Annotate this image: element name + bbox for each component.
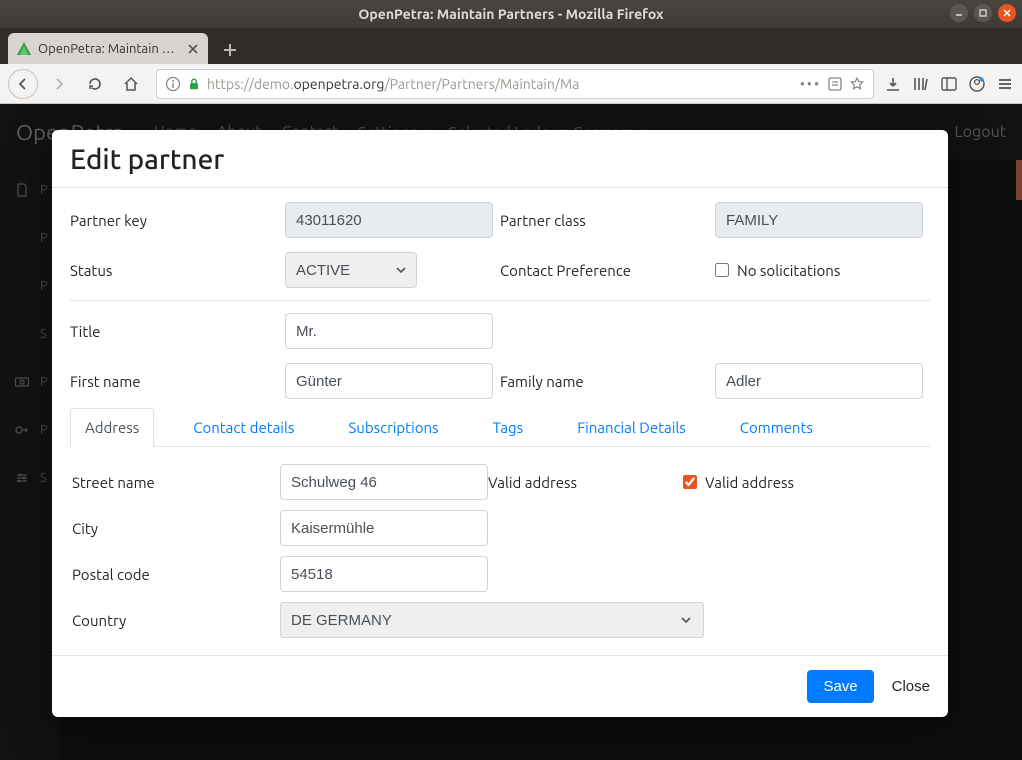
- page-actions-icon[interactable]: •••: [800, 76, 821, 92]
- label-street: Street name: [72, 474, 280, 491]
- url-text: https://demo.openpetra.org/Partner/Partn…: [207, 76, 794, 92]
- label-partner-class: Partner class: [500, 212, 715, 229]
- nav-reload-button[interactable]: [80, 69, 110, 99]
- new-tab-button[interactable]: [216, 36, 244, 64]
- minimize-icon: [954, 8, 964, 18]
- maximize-icon: [978, 8, 988, 18]
- browser-tab-label: OpenPetra: Maintain Par: [38, 42, 180, 56]
- valid-address-text: Valid address: [705, 474, 794, 491]
- valid-address-checkbox[interactable]: [683, 475, 697, 489]
- save-button[interactable]: Save: [807, 670, 873, 703]
- close-button[interactable]: Close: [892, 678, 930, 695]
- window-close-button[interactable]: [998, 4, 1016, 22]
- label-family-name: Family name: [500, 373, 715, 390]
- browser-tab-strip: OpenPetra: Maintain Par: [0, 28, 1022, 64]
- tab-address[interactable]: Address: [70, 408, 154, 447]
- family-name-field[interactable]: [715, 363, 923, 399]
- downloads-icon[interactable]: [884, 75, 902, 93]
- reader-mode-icon[interactable]: [827, 76, 843, 92]
- label-country: Country: [72, 612, 280, 629]
- modal-tabs: Address Contact details Subscriptions Ta…: [70, 407, 930, 447]
- modal-header: Edit partner: [52, 130, 948, 188]
- menu-icon[interactable]: [996, 75, 1014, 93]
- bookmark-star-icon[interactable]: [849, 76, 865, 92]
- nav-forward-button[interactable]: [44, 69, 74, 99]
- close-icon: [1002, 8, 1012, 18]
- status-select[interactable]: ACTIVE: [285, 252, 417, 288]
- tab-close-icon[interactable]: [186, 42, 200, 56]
- tab-financial-details[interactable]: Financial Details: [562, 408, 701, 447]
- nav-back-button[interactable]: [8, 69, 38, 99]
- tab-pane-address: Street name Valid address Valid address …: [70, 447, 930, 649]
- sidebar-icon[interactable]: [940, 75, 958, 93]
- partner-class-field[interactable]: [715, 202, 923, 238]
- label-title: Title: [70, 323, 285, 340]
- postal-field[interactable]: [280, 556, 488, 592]
- label-status: Status: [70, 262, 285, 279]
- label-valid-address: Valid address: [488, 474, 683, 491]
- tab-comments[interactable]: Comments: [725, 408, 828, 447]
- favicon-icon: [16, 41, 32, 57]
- browser-tab-active[interactable]: OpenPetra: Maintain Par: [8, 33, 208, 64]
- page-content: OpenPetra Home About Contact Settings ▾ …: [0, 104, 1022, 760]
- lock-icon: [187, 77, 201, 91]
- label-no-solicitations: No solicitations: [737, 262, 840, 279]
- plus-icon: [222, 42, 238, 58]
- partner-key-field[interactable]: [285, 202, 493, 238]
- street-field[interactable]: [280, 464, 488, 500]
- title-field[interactable]: [285, 313, 493, 349]
- modal-body: Partner key Partner class Status ACTIVE …: [52, 188, 948, 655]
- nav-home-button[interactable]: [116, 69, 146, 99]
- window-minimize-button[interactable]: [950, 4, 968, 22]
- city-field[interactable]: [280, 510, 488, 546]
- label-contact-pref: Contact Preference: [500, 262, 715, 279]
- modal-title: Edit partner: [70, 144, 930, 175]
- tab-subscriptions[interactable]: Subscriptions: [333, 408, 453, 447]
- modal-footer: Save Close: [52, 655, 948, 717]
- browser-toolbar: https://demo.openpetra.org/Partner/Partn…: [0, 64, 1022, 104]
- label-city: City: [72, 520, 280, 537]
- tab-contact-details[interactable]: Contact details: [178, 408, 309, 447]
- url-bar[interactable]: https://demo.openpetra.org/Partner/Partn…: [156, 69, 874, 99]
- arrow-left-icon: [15, 76, 31, 92]
- label-postal: Postal code: [72, 566, 280, 583]
- window-maximize-button[interactable]: [974, 4, 992, 22]
- arrow-right-icon: [51, 76, 67, 92]
- edit-partner-modal: Edit partner Partner key Partner class S…: [52, 130, 948, 717]
- window-title: OpenPetra: Maintain Partners - Mozilla F…: [358, 6, 663, 22]
- window-titlebar: OpenPetra: Maintain Partners - Mozilla F…: [0, 0, 1022, 28]
- reload-icon: [87, 76, 103, 92]
- home-icon: [123, 76, 139, 92]
- first-name-field[interactable]: [285, 363, 493, 399]
- label-partner-key: Partner key: [70, 212, 285, 229]
- label-first-name: First name: [70, 373, 285, 390]
- account-icon[interactable]: [968, 75, 986, 93]
- divider: [70, 300, 930, 301]
- no-solicitations-checkbox[interactable]: [715, 263, 729, 277]
- country-select[interactable]: DE GERMANY: [280, 602, 704, 638]
- tab-tags[interactable]: Tags: [478, 408, 539, 447]
- site-info-icon[interactable]: [165, 76, 181, 92]
- chevron-down-icon: [678, 612, 694, 628]
- library-icon[interactable]: [912, 75, 930, 93]
